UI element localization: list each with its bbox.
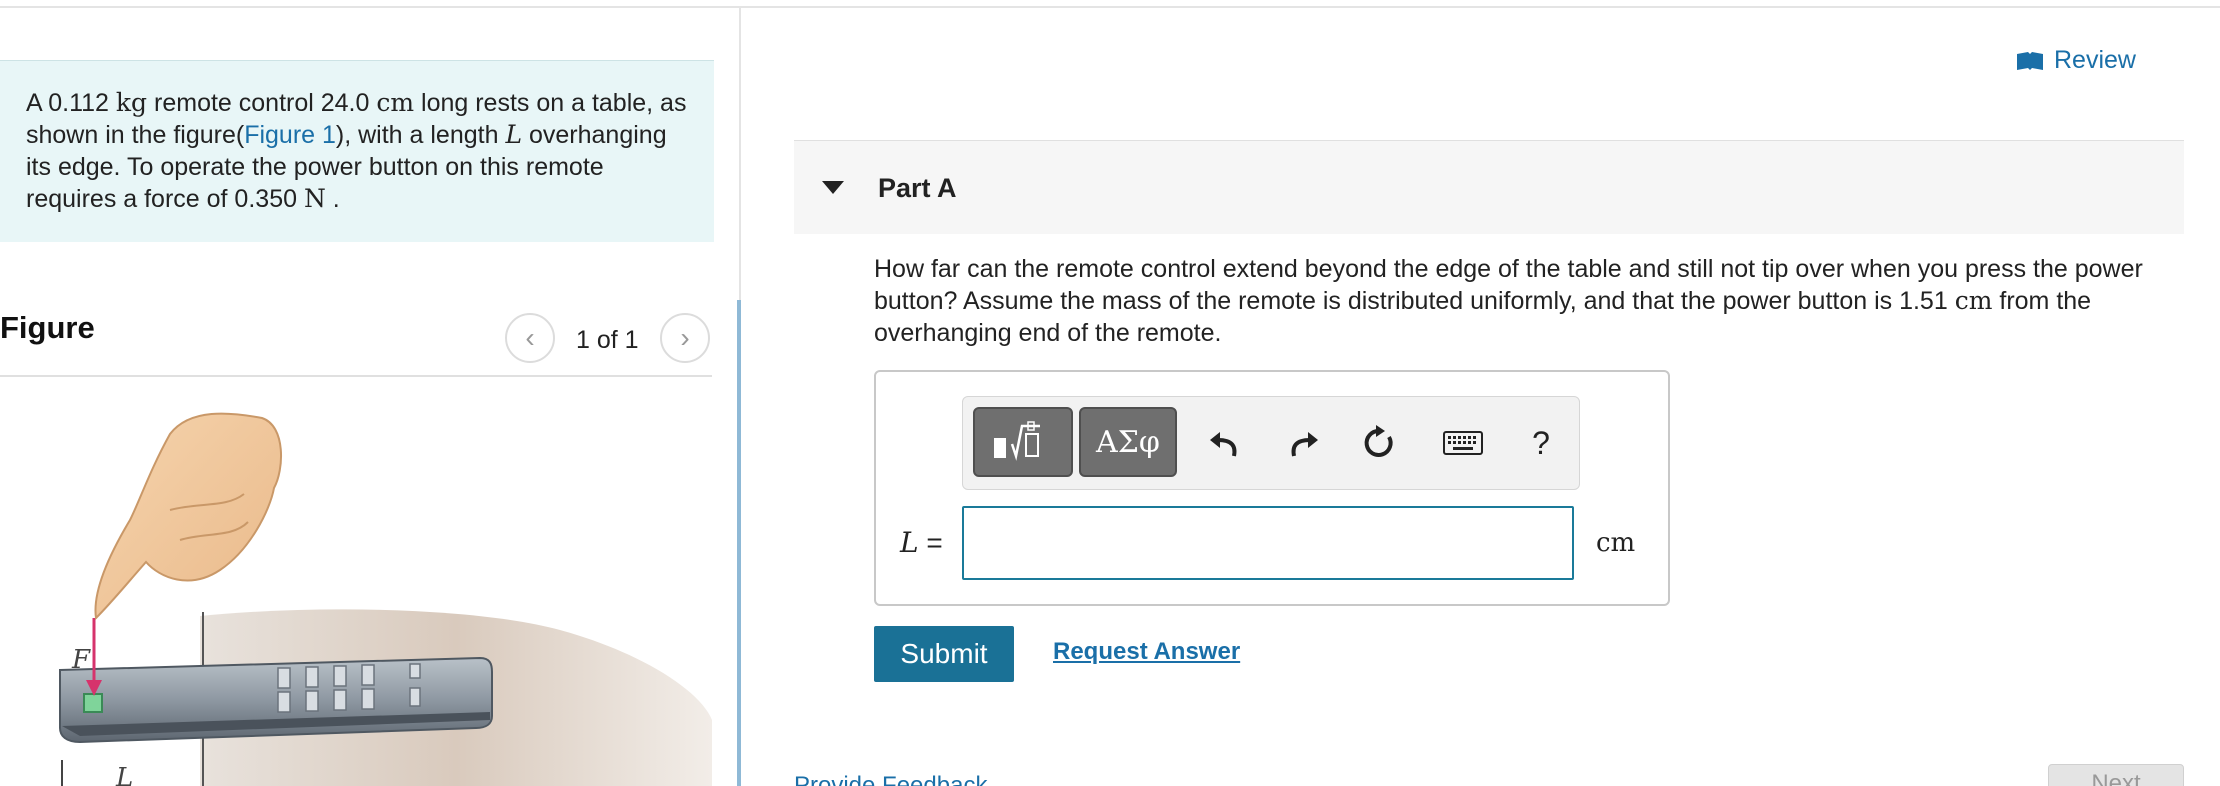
panel-scrollbar[interactable]	[737, 300, 741, 786]
book-icon	[2017, 51, 2043, 70]
previous-figure-button[interactable]: ‹	[505, 313, 555, 363]
force-unit: N	[303, 184, 326, 213]
provide-feedback-link[interactable]: Provide Feedback	[794, 772, 987, 786]
next-figure-button[interactable]: ›	[660, 313, 710, 363]
question-text-1: How far can the remote control extend be…	[874, 255, 2143, 315]
undo-icon	[1210, 432, 1237, 457]
math-toolbar: ΑΣφ ?	[962, 396, 1580, 490]
mass-unit: kg	[115, 88, 148, 117]
panel-divider	[739, 8, 741, 308]
chevron-left-icon: ‹	[525, 322, 535, 353]
next-button[interactable]: Next	[2048, 764, 2184, 786]
problem-text-4: ), with a length	[335, 121, 506, 149]
keyboard-button[interactable]	[1435, 419, 1491, 467]
request-answer-link[interactable]: Request Answer	[1053, 638, 1240, 666]
figure-divider	[0, 375, 712, 377]
problem-text-1: A 0.112	[26, 89, 116, 117]
left-panel: A 0.112 kg remote control 24.0 cm long r…	[0, 0, 740, 786]
variable-symbol: L	[900, 526, 919, 559]
figure-link[interactable]: Figure 1	[244, 121, 336, 149]
remote-control-figure: F L	[59, 412, 712, 786]
variable-label: L =	[900, 526, 943, 559]
problem-text-6: .	[325, 185, 340, 213]
help-button[interactable]: ?	[1519, 419, 1563, 467]
figure-pager-text: 1 of 1	[576, 326, 639, 354]
length-label: L	[115, 763, 133, 786]
review-label: Review	[2054, 46, 2136, 74]
keyboard-icon	[1443, 431, 1483, 455]
power-button	[83, 693, 103, 713]
review-link[interactable]: Review	[2016, 46, 2136, 75]
force-label: F	[71, 645, 91, 675]
templates-icon	[994, 421, 1040, 461]
redo-button[interactable]	[1281, 419, 1325, 467]
answer-unit: cm	[1596, 528, 1636, 558]
figure-title: Figure	[0, 310, 95, 345]
equals-sign: =	[918, 527, 943, 558]
next-label: Next	[2091, 770, 2141, 786]
greek-symbols-button[interactable]: ΑΣφ	[1079, 407, 1177, 477]
part-title: Part A	[878, 173, 957, 203]
problem-statement: A 0.112 kg remote control 24.0 cm long r…	[26, 87, 696, 215]
length-unit: cm	[376, 88, 415, 117]
undo-button[interactable]	[1203, 419, 1247, 467]
answer-box: ΑΣφ ? L = cm	[874, 370, 1670, 606]
reset-icon	[1364, 425, 1393, 457]
reset-button[interactable]	[1357, 419, 1401, 467]
answer-input[interactable]	[962, 506, 1574, 580]
question-text: How far can the remote control extend be…	[874, 253, 2184, 349]
question-unit: cm	[1954, 286, 1993, 315]
problem-text-2: remote control 24.0	[147, 89, 377, 117]
part-a-header[interactable]: Part A	[794, 140, 2184, 234]
redo-icon	[1291, 432, 1318, 457]
chevron-right-icon: ›	[680, 322, 690, 353]
problem-statement-box: A 0.112 kg remote control 24.0 cm long r…	[0, 60, 714, 242]
caret-down-icon[interactable]	[822, 181, 844, 194]
length-variable: L	[505, 120, 523, 149]
pointing-hand	[94, 412, 283, 621]
templates-button[interactable]	[973, 407, 1073, 477]
submit-button[interactable]: Submit	[874, 626, 1014, 682]
